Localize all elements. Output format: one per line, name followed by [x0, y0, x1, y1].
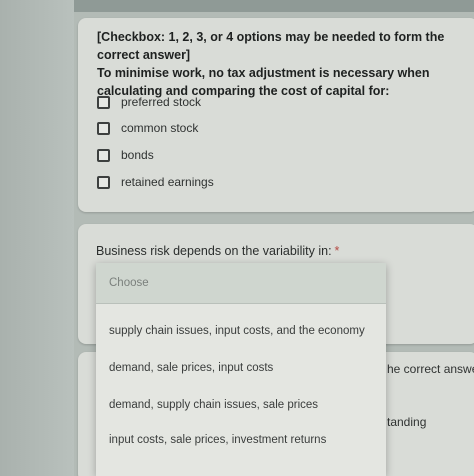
- dropdown-placeholder-choose[interactable]: Choose: [96, 263, 386, 303]
- checkbox-option-common-stock[interactable]: common stock: [97, 119, 198, 137]
- checkbox-option-preferred-stock[interactable]: preferred stock: [97, 93, 201, 111]
- question-text: Business risk depends on the variability…: [96, 244, 339, 258]
- business-risk-dropdown-menu[interactable]: Choose supply chain issues, input costs,…: [96, 263, 386, 476]
- option-label: common stock: [121, 121, 199, 135]
- dropdown-option[interactable]: demand, sale prices, input costs: [109, 362, 273, 374]
- checkbox-icon[interactable]: [97, 175, 110, 189]
- option-label: preferred stock: [121, 95, 202, 109]
- required-marker: *: [334, 244, 340, 258]
- checkbox-option-retained-earnings[interactable]: retained earnings: [97, 173, 214, 191]
- dropdown-option[interactable]: input costs, sale prices, investment ret…: [109, 434, 326, 446]
- page-margin: [0, 0, 74, 476]
- question-label: Business risk depends on the variability…: [96, 244, 332, 258]
- question-card-checkbox: [Checkbox: 1, 2, 3, or 4 options may be …: [78, 18, 474, 212]
- menu-divider: [96, 303, 386, 304]
- dropdown-option[interactable]: supply chain issues, input costs, and th…: [109, 325, 365, 337]
- checkbox-icon[interactable]: [97, 148, 110, 162]
- checkbox-icon[interactable]: [97, 121, 110, 135]
- partial-option-text: tanding: [387, 415, 427, 429]
- question-text: [Checkbox: 1, 2, 3, or 4 options may be …: [97, 30, 445, 98]
- dropdown-option[interactable]: demand, supply chain issues, sale prices: [109, 399, 318, 411]
- option-label: bonds: [121, 148, 154, 162]
- checkbox-option-bonds[interactable]: bonds: [97, 146, 154, 164]
- option-label: retained earnings: [121, 175, 214, 189]
- partial-question-text: he correct answe: [387, 362, 474, 376]
- checkbox-icon[interactable]: [97, 95, 110, 109]
